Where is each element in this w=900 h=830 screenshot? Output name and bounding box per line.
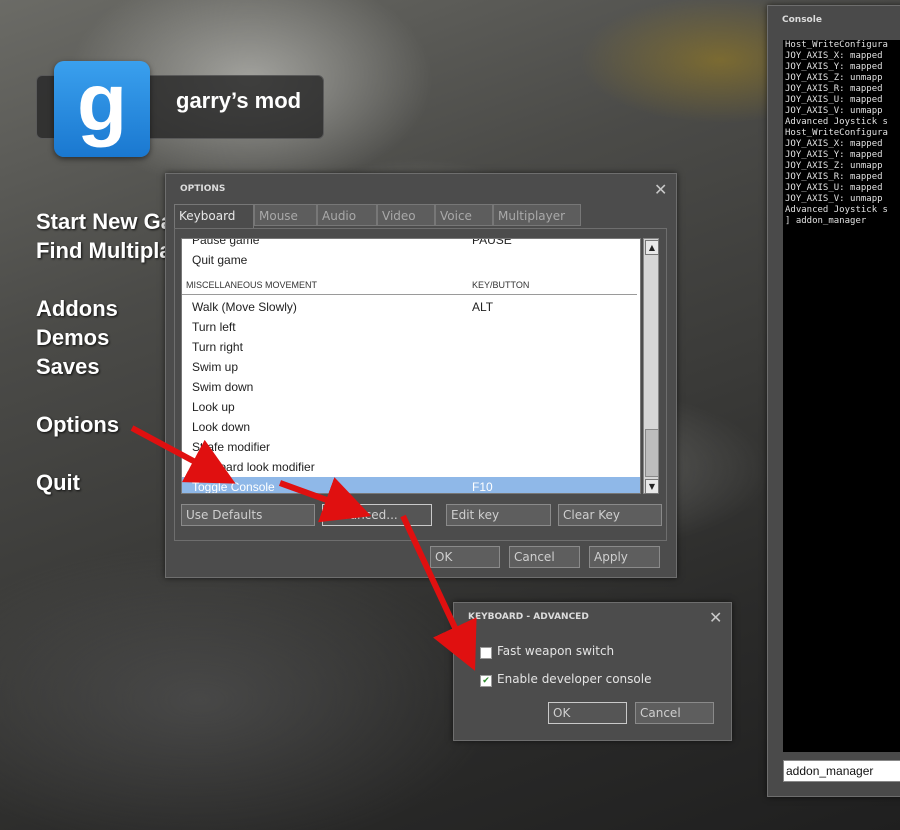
tab-multiplayer[interactable]: Multiplayer (493, 204, 581, 226)
scroll-up-icon[interactable]: ▲ (645, 240, 659, 255)
action-label: Quit game (192, 253, 248, 267)
key-label: ALT (472, 300, 494, 314)
action-label: Turn right (192, 340, 243, 354)
console-line: JOY_AXIS_X: mapped (785, 51, 883, 61)
developer-console-label: Enable developer console (497, 672, 652, 686)
edit-key-button[interactable]: Edit key (446, 504, 551, 526)
console-line: Advanced Joystick s (785, 117, 888, 127)
console-line: JOY_AXIS_Z: unmapp (785, 161, 883, 171)
list-item-selected[interactable]: Toggle Console F10 (182, 477, 640, 494)
scroll-thumb[interactable] (645, 429, 659, 477)
section-header: MISCELLANEOUS MOVEMENT KEY/BUTTON (182, 277, 637, 295)
console-line: Host_WriteConfigura (785, 128, 888, 138)
action-label: Look down (192, 420, 251, 434)
console-line: JOY_AXIS_R: mapped (785, 172, 883, 182)
list-item[interactable]: Walk (Move Slowly) ALT (182, 297, 640, 317)
action-label: Strafe modifier (192, 440, 271, 454)
console-line: JOY_AXIS_V: unmapp (785, 194, 883, 204)
console-line: Host_WriteConfigura (785, 40, 888, 50)
section-title: MISCELLANEOUS MOVEMENT (186, 280, 318, 290)
gmod-logo-icon: g (54, 61, 150, 157)
console-window: Console Host_WriteConfigura JOY_AXIS_X: m… (767, 5, 900, 797)
menu-options[interactable]: Options (36, 412, 119, 438)
console-line: JOY_AXIS_U: mapped (785, 183, 883, 193)
menu-quit[interactable]: Quit (36, 470, 80, 496)
tab-voice[interactable]: Voice (435, 204, 493, 226)
game-title: garry’s mod (176, 88, 302, 113)
console-line: ] addon_manager (785, 216, 867, 226)
advanced-title: KEYBOARD - ADVANCED (468, 612, 589, 622)
list-item[interactable]: Keyboard look modifier (182, 457, 640, 477)
action-label: Turn left (192, 320, 236, 334)
action-label: Walk (Move Slowly) (192, 300, 297, 314)
list-item[interactable]: Swim down (182, 377, 640, 397)
key-binding-list[interactable]: Pause game PAUSE Quit game MISCELLANEOUS… (181, 238, 641, 494)
action-label: Swim up (192, 360, 239, 374)
keyboard-advanced-dialog: KEYBOARD - ADVANCED ✕ Fast weapon switch… (453, 602, 732, 741)
action-label: Toggle Console (192, 480, 275, 494)
list-item[interactable]: Swim up (182, 357, 640, 377)
use-defaults-button[interactable]: Use Defaults (181, 504, 315, 526)
apply-button[interactable]: Apply (589, 546, 660, 568)
tab-keyboard[interactable]: Keyboard (174, 204, 254, 228)
list-item[interactable]: Look up (182, 397, 640, 417)
console-output[interactable]: Host_WriteConfigura JOY_AXIS_X: mapped JOY… (783, 40, 900, 752)
console-line: JOY_AXIS_Y: mapped (785, 62, 883, 72)
console-line: JOY_AXIS_X: mapped (785, 139, 883, 149)
console-input[interactable]: addon_manager (783, 760, 900, 782)
fast-weapon-switch-checkbox[interactable] (480, 647, 492, 659)
list-item[interactable]: Turn left (182, 317, 640, 337)
list-item[interactable]: Look down (182, 417, 640, 437)
console-line: JOY_AXIS_Z: unmapp (785, 73, 883, 83)
list-scrollbar[interactable]: ▲ ▼ (643, 238, 659, 494)
key-label: PAUSE (472, 238, 512, 247)
close-icon[interactable]: ✕ (709, 610, 722, 626)
advanced-ok-button[interactable]: OK (548, 702, 627, 724)
console-line: JOY_AXIS_V: unmapp (785, 106, 883, 116)
console-line: JOY_AXIS_Y: mapped (785, 150, 883, 160)
tab-audio[interactable]: Audio (317, 204, 377, 226)
ok-button[interactable]: OK (430, 546, 500, 568)
checkmark-icon: ✔ (482, 676, 490, 686)
cancel-button[interactable]: Cancel (509, 546, 580, 568)
fast-weapon-switch-label: Fast weapon switch (497, 644, 615, 658)
tab-video[interactable]: Video (377, 204, 435, 226)
console-line: Advanced Joystick s (785, 205, 888, 215)
action-label: Keyboard look modifier (192, 460, 315, 474)
developer-console-checkbox[interactable]: ✔ (480, 675, 492, 687)
clear-key-button[interactable]: Clear Key (558, 504, 662, 526)
console-line: JOY_AXIS_R: mapped (785, 84, 883, 94)
tab-mouse[interactable]: Mouse (254, 204, 317, 226)
menu-start-new-game[interactable]: Start New Ga (36, 209, 173, 235)
action-label: Pause game (192, 238, 260, 247)
list-item[interactable]: Quit game (182, 250, 640, 270)
list-item[interactable]: Strafe modifier (182, 437, 640, 457)
list-item[interactable]: Turn right (182, 337, 640, 357)
menu-demos[interactable]: Demos (36, 325, 109, 351)
menu-find-multiplayer[interactable]: Find Multipla (36, 238, 172, 264)
advanced-button[interactable]: Advanced... (322, 504, 432, 526)
advanced-cancel-button[interactable]: Cancel (635, 702, 714, 724)
console-title: Console (782, 15, 822, 25)
menu-saves[interactable]: Saves (36, 354, 100, 380)
menu-addons[interactable]: Addons (36, 296, 118, 322)
column-header-key: KEY/BUTTON (472, 280, 530, 290)
options-window: OPTIONS ✕ Keyboard Mouse Audio Video Voi… (165, 173, 677, 578)
list-item[interactable]: Pause game PAUSE (182, 238, 640, 250)
key-label: F10 (472, 480, 493, 494)
action-label: Look up (192, 400, 235, 414)
close-icon[interactable]: ✕ (654, 182, 667, 198)
console-line: JOY_AXIS_U: mapped (785, 95, 883, 105)
scroll-down-icon[interactable]: ▼ (645, 479, 659, 494)
action-label: Swim down (192, 380, 254, 394)
options-title: OPTIONS (180, 184, 226, 194)
